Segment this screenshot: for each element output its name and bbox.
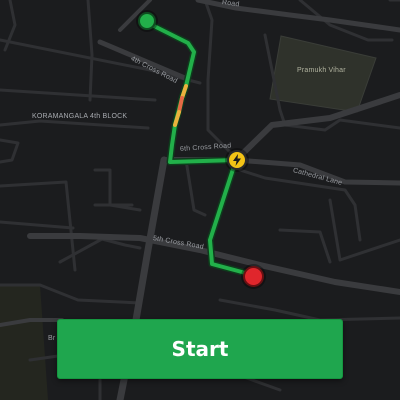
map-view[interactable]: Road 4th Cross Road KORAMANGALA 4th BLOC… [0,0,400,400]
charging-station-marker[interactable] [227,150,247,170]
destination-pin-icon[interactable] [243,266,264,287]
origin-pin-icon[interactable] [138,12,156,30]
green-area [0,285,48,400]
lightning-icon [233,154,241,166]
start-navigation-button[interactable]: Start [57,319,343,379]
